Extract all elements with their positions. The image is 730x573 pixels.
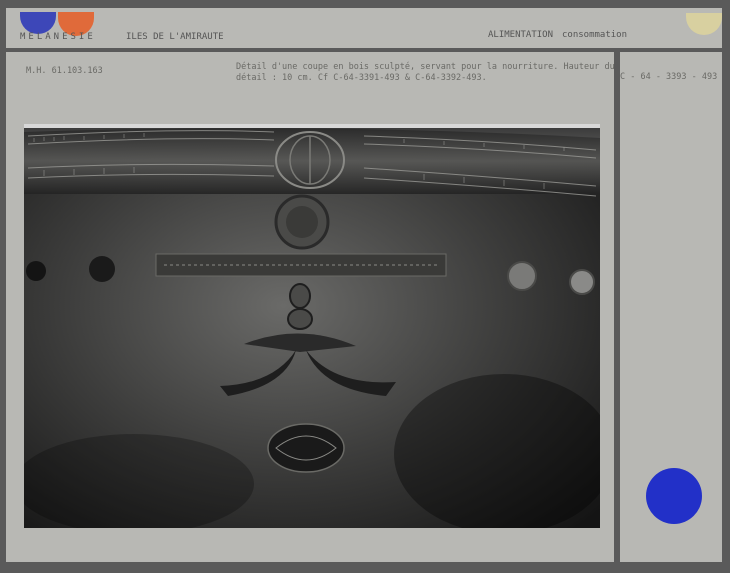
category-label: ALIMENTATION: [488, 30, 554, 40]
description-line-2: détail : 10 cm. Cf C-64-3391-493 & C-64-…: [236, 73, 487, 83]
catalog-card: MELANESIE ILES DE L'AMIRAUTE ALIMENTATIO…: [0, 0, 730, 573]
carved-bowl-image: [24, 124, 600, 528]
inventory-number: M.H. 61.103.163: [26, 66, 103, 76]
blue-marker-dot: [646, 468, 702, 524]
photo-reference: C - 64 - 3393 - 493: [620, 72, 718, 82]
region-label: MELANESIE: [20, 32, 96, 42]
place-label: ILES DE L'AMIRAUTE: [126, 32, 224, 42]
gold-tab-marker: [686, 13, 722, 35]
artifact-photograph: [24, 124, 600, 528]
blue-tab-marker: [20, 12, 56, 34]
description-line-1: Détail d'une coupe en bois sculpté, serv…: [236, 62, 615, 72]
subcategory-label: consommation: [562, 30, 628, 40]
header-strip: MELANESIE ILES DE L'AMIRAUTE ALIMENTATIO…: [6, 8, 722, 48]
